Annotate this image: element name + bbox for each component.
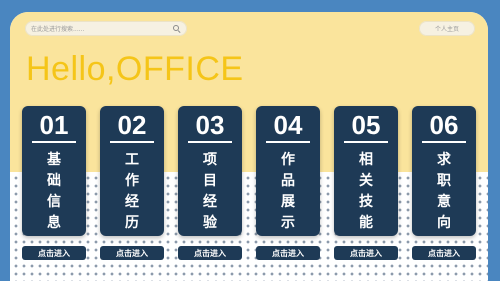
card-title: 求 职 意 向: [412, 150, 476, 234]
profile-button[interactable]: 个人主页: [419, 21, 475, 36]
card-title-char: 验: [203, 215, 217, 231]
card-portfolio[interactable]: 04 作 品 展 示: [256, 106, 320, 236]
card-divider: [422, 141, 466, 143]
card-skills[interactable]: 05 相 关 技 能: [334, 106, 398, 236]
search-placeholder: 在此处进行搜索......: [31, 26, 85, 33]
card-title: 相 关 技 能: [334, 150, 398, 234]
app-screen: 在此处进行搜索...... 个人主页 Hello,OFFICE 01 基 础 信…: [10, 12, 488, 281]
card-title-char: 信: [47, 194, 61, 210]
card-title-char: 意: [437, 194, 451, 210]
card-number: 02: [117, 110, 147, 140]
card-work-experience[interactable]: 02 工 作 经 历: [100, 106, 164, 236]
card-project-experience[interactable]: 03 项 目 经 验: [178, 106, 242, 236]
card-title: 项 目 经 验: [178, 150, 242, 234]
card-number: 05: [351, 110, 381, 140]
hero-title: Hello,OFFICE: [26, 50, 244, 88]
card-title-char: 示: [281, 215, 295, 231]
card-title-char: 向: [437, 215, 451, 231]
card-title-char: 作: [281, 152, 295, 168]
enter-button-skills[interactable]: 点击进入: [334, 246, 398, 260]
card-title-char: 职: [437, 173, 451, 189]
search-input[interactable]: 在此处进行搜索......: [25, 21, 187, 36]
card-divider: [266, 141, 310, 143]
card-basic-info[interactable]: 01 基 础 信 息: [22, 106, 86, 236]
card-title-char: 历: [125, 215, 139, 231]
card-title-char: 能: [359, 215, 373, 231]
card-title-char: 作: [125, 173, 139, 189]
card-number: 04: [273, 110, 303, 140]
enter-button-basic-info[interactable]: 点击进入: [22, 246, 86, 260]
card-title-char: 经: [203, 194, 217, 210]
card-title-char: 技: [359, 194, 373, 210]
card-divider: [32, 141, 76, 143]
card-title-char: 展: [281, 194, 295, 210]
enter-button-portfolio[interactable]: 点击进入: [256, 246, 320, 260]
card-title: 基 础 信 息: [22, 150, 86, 234]
card-title-char: 息: [47, 215, 61, 231]
card-title-char: 基: [47, 152, 61, 168]
card-title: 作 品 展 示: [256, 150, 320, 234]
card-divider: [110, 141, 154, 143]
card-title-char: 品: [281, 173, 295, 189]
card-number: 01: [39, 110, 69, 140]
enter-button-project-experience[interactable]: 点击进入: [178, 246, 242, 260]
card-divider: [188, 141, 232, 143]
card-divider: [344, 141, 388, 143]
card-title-char: 项: [203, 152, 217, 168]
enter-button-career-objective[interactable]: 点击进入: [412, 246, 476, 260]
card-title-char: 相: [359, 152, 373, 168]
card-number: 06: [429, 110, 459, 140]
card-title-char: 关: [359, 173, 373, 189]
card-title-char: 工: [125, 152, 139, 168]
card-title-char: 求: [437, 152, 451, 168]
search-icon[interactable]: [173, 24, 181, 33]
enter-button-work-experience[interactable]: 点击进入: [100, 246, 164, 260]
card-career-objective[interactable]: 06 求 职 意 向: [412, 106, 476, 236]
card-number: 03: [195, 110, 225, 140]
card-title-char: 目: [203, 173, 217, 189]
card-title-char: 础: [47, 173, 61, 189]
card-title: 工 作 经 历: [100, 150, 164, 234]
card-title-char: 经: [125, 194, 139, 210]
